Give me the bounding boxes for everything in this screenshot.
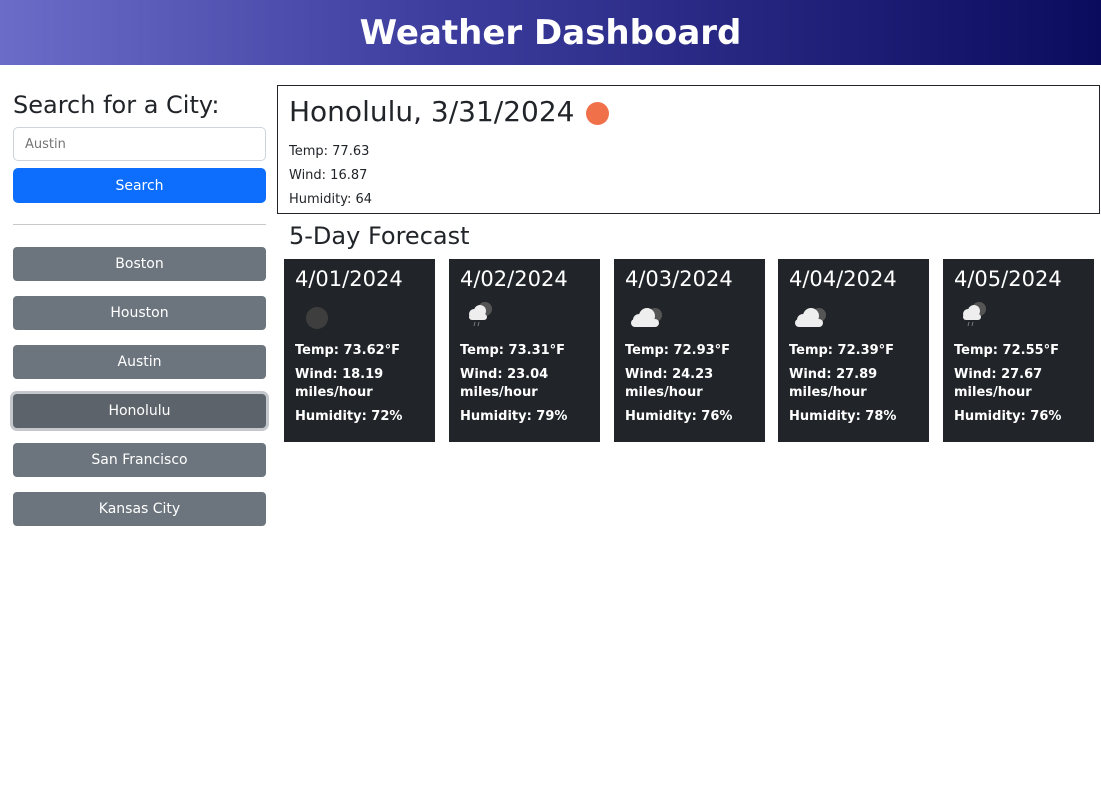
current-temp: Temp: 77.63 <box>289 144 370 159</box>
page-title: Weather Dashboard <box>359 12 742 53</box>
rain-cloud-icon <box>460 298 589 336</box>
search-heading: Search for a City: <box>13 91 220 119</box>
city-button-honolulu[interactable]: Honolulu <box>13 394 266 428</box>
city-button-san-francisco[interactable]: San Francisco <box>13 443 266 477</box>
city-search-input[interactable] <box>13 127 266 161</box>
divider <box>13 224 266 225</box>
forecast-temp: Temp: 72.93°F <box>625 343 731 358</box>
forecast-wind: Wind: 27.89 miles/hour <box>789 367 878 400</box>
current-humidity: Humidity: 64 <box>289 192 373 207</box>
cloud-icon <box>789 298 918 336</box>
forecast-wind: Wind: 18.19 miles/hour <box>295 367 384 400</box>
forecast-row: 4/01/2024 Temp: 73.62°F Wind: 18.19 mile… <box>284 259 1094 442</box>
forecast-humidity: Humidity: 76% <box>954 409 1062 424</box>
city-button-boston[interactable]: Boston <box>13 247 266 281</box>
forecast-card: 4/02/2024 Temp: 73.31°F Wind: 23.04 mile… <box>449 259 600 442</box>
forecast-humidity: Humidity: 72% <box>295 409 403 424</box>
forecast-wind: Wind: 27.67 miles/hour <box>954 367 1043 400</box>
forecast-date: 4/05/2024 <box>954 267 1062 291</box>
city-button-houston[interactable]: Houston <box>13 296 266 330</box>
forecast-date: 4/03/2024 <box>625 267 733 291</box>
forecast-humidity: Humidity: 76% <box>625 409 733 424</box>
forecast-card: 4/05/2024 Temp: 72.55°F Wind: 27.67 mile… <box>943 259 1094 442</box>
forecast-wind: Wind: 23.04 miles/hour <box>460 367 549 400</box>
forecast-temp: Temp: 73.31°F <box>460 343 566 358</box>
current-weather-stats: Temp: 77.63 Wind: 16.87 Humidity: 64 <box>289 140 1088 212</box>
rain-cloud-icon <box>954 298 1083 336</box>
current-wind: Wind: 16.87 <box>289 168 368 183</box>
current-weather-card: Honolulu, 3/31/2024 Temp: 77.63 Wind: 16… <box>277 85 1100 214</box>
sidebar: Search for a City: Search Boston Houston… <box>13 85 266 541</box>
sun-icon <box>586 101 610 125</box>
app-header: Weather Dashboard <box>0 0 1101 65</box>
forecast-temp: Temp: 72.55°F <box>954 343 1060 358</box>
city-button-austin[interactable]: Austin <box>13 345 266 379</box>
forecast-heading: 5-Day Forecast <box>289 222 470 250</box>
current-weather-header: Honolulu, 3/31/2024 <box>289 92 1088 130</box>
cloud-icon <box>625 298 754 336</box>
dark-sun-icon <box>295 298 424 336</box>
city-button-kansas-city[interactable]: Kansas City <box>13 492 266 526</box>
forecast-temp: Temp: 72.39°F <box>789 343 895 358</box>
forecast-date: 4/01/2024 <box>295 267 403 291</box>
search-button[interactable]: Search <box>13 168 266 203</box>
forecast-humidity: Humidity: 78% <box>789 409 897 424</box>
city-history-list: Boston Houston Austin Honolulu San Franc… <box>13 247 266 526</box>
forecast-date: 4/02/2024 <box>460 267 568 291</box>
forecast-card: 4/01/2024 Temp: 73.62°F Wind: 18.19 mile… <box>284 259 435 442</box>
forecast-wind: Wind: 24.23 miles/hour <box>625 367 714 400</box>
current-city-date: Honolulu, 3/31/2024 <box>289 94 575 128</box>
forecast-humidity: Humidity: 79% <box>460 409 568 424</box>
forecast-temp: Temp: 73.62°F <box>295 343 401 358</box>
forecast-card: 4/04/2024 Temp: 72.39°F Wind: 27.89 mile… <box>778 259 929 442</box>
forecast-date: 4/04/2024 <box>789 267 897 291</box>
forecast-card: 4/03/2024 Temp: 72.93°F Wind: 24.23 mile… <box>614 259 765 442</box>
